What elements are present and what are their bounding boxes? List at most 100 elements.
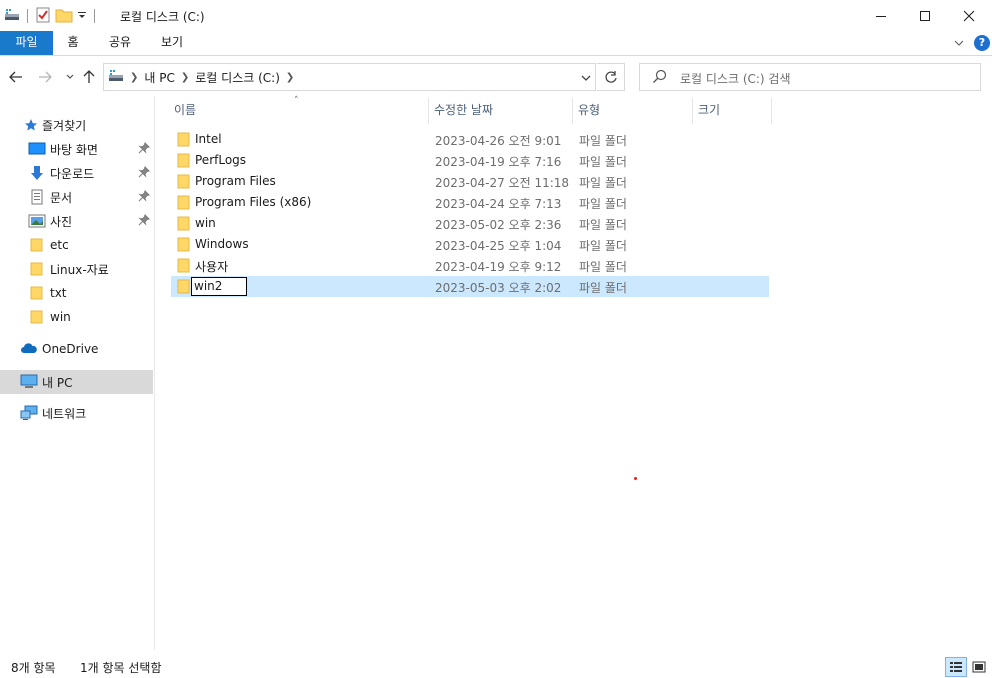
tab-share[interactable]: 공유 [100, 31, 140, 55]
file-date: 2023-04-24 오후 7:13 [435, 197, 562, 211]
nav-folder-txt[interactable]: txt [0, 281, 153, 305]
file-date: 2023-05-02 오후 2:36 [435, 218, 562, 232]
folder-icon [177, 279, 191, 297]
column-name[interactable]: 이름 [168, 96, 428, 124]
chevron-down-icon [66, 74, 74, 79]
table-row[interactable]: win 2023-05-02 오후 2:36 파일 폴더 [171, 213, 769, 234]
nav-folder-linux[interactable]: Linux-자료 [0, 257, 153, 281]
nav-quick-access[interactable]: 즐겨찾기 [0, 113, 153, 137]
title-bar: 로컬 디스크 (C:) [0, 0, 992, 31]
table-row[interactable]: Program Files 2023-04-27 오전 11:18 파일 폴더 [171, 171, 769, 192]
file-date: 2023-05-03 오후 2:02 [435, 281, 562, 295]
chevron-down-icon [581, 75, 591, 81]
nav-folder-linux-label: Linux-자료 [50, 262, 109, 277]
column-size[interactable]: 크기 [692, 96, 772, 124]
large-icons-view-button[interactable] [969, 657, 989, 677]
navigation-bar: ❯ 내 PC ❯ 로컬 디스크 (C:) ❯ 로컬 디스크 (C:) 검색 [0, 56, 992, 96]
breadcrumb-thispc[interactable]: 내 PC [144, 69, 174, 86]
folder-icon [177, 153, 191, 171]
tab-home[interactable]: 홈 [57, 31, 89, 55]
pin-icon[interactable] [138, 214, 150, 229]
nav-desktop-label: 바탕 화면 [50, 142, 98, 157]
forward-button[interactable] [36, 68, 54, 86]
table-row[interactable]: Windows 2023-04-25 오후 1:04 파일 폴더 [171, 234, 769, 255]
rename-input[interactable]: win2 [191, 277, 247, 296]
file-name: Intel [195, 132, 222, 146]
table-row-selected[interactable]: win2 2023-05-03 오후 2:02 파일 폴더 [171, 276, 769, 297]
nav-thispc-label: 내 PC [42, 375, 73, 390]
table-row[interactable]: Intel 2023-04-26 오전 9:01 파일 폴더 [171, 129, 769, 150]
file-name: Windows [195, 237, 249, 251]
cursor-dot [634, 477, 637, 480]
quick-access-toolbar [4, 6, 98, 26]
column-headers: 이름 수정한 날짜 유형 크기 [168, 96, 772, 124]
search-icon [652, 69, 668, 88]
document-icon [28, 188, 46, 206]
table-row[interactable]: 사용자 2023-04-19 오후 9:12 파일 폴더 [171, 255, 769, 276]
ribbon-tabs: 파일 홈 공유 보기 ? [0, 31, 992, 56]
nav-network[interactable]: 네트워크 [0, 401, 153, 425]
table-row[interactable]: PerfLogs 2023-04-19 오후 7:16 파일 폴더 [171, 150, 769, 171]
breadcrumb-local-disk[interactable]: 로컬 디스크 (C:) [195, 69, 280, 86]
back-button[interactable] [7, 68, 25, 86]
new-folder-icon[interactable] [55, 7, 73, 26]
details-view-button[interactable] [945, 657, 967, 677]
file-type: 파일 폴더 [579, 239, 627, 253]
pin-icon[interactable] [138, 166, 150, 181]
file-type: 파일 폴더 [579, 134, 627, 148]
window-title: 로컬 디스크 (C:) [120, 10, 205, 24]
pin-icon[interactable] [138, 142, 150, 157]
maximize-button[interactable] [902, 0, 948, 31]
nav-pictures-label: 사진 [50, 214, 73, 229]
nav-pictures[interactable]: 사진 [0, 209, 153, 233]
status-item-count: 8개 항목 [11, 661, 56, 675]
nav-folder-win[interactable]: win [0, 305, 153, 329]
column-type[interactable]: 유형 [572, 96, 692, 124]
recent-locations-button[interactable] [61, 68, 79, 86]
nav-folder-etc[interactable]: etc [0, 233, 153, 257]
address-dropdown-button[interactable] [574, 64, 598, 92]
column-separator[interactable] [771, 98, 772, 124]
status-bar: 8개 항목 1개 항목 선택함 [0, 654, 992, 678]
computer-icon [20, 373, 38, 391]
breadcrumb-chevron-icon[interactable]: ❯ [286, 72, 294, 83]
nav-thispc[interactable]: 내 PC [0, 370, 153, 394]
refresh-button[interactable] [597, 63, 625, 91]
up-button[interactable] [80, 68, 98, 86]
network-icon [20, 404, 38, 422]
nav-onedrive[interactable]: OneDrive [0, 337, 153, 361]
nav-onedrive-label: OneDrive [42, 342, 99, 356]
tab-file[interactable]: 파일 [0, 31, 53, 55]
folder-icon [177, 258, 191, 276]
nav-desktop[interactable]: 바탕 화면 [0, 137, 153, 161]
file-date: 2023-04-25 오후 1:04 [435, 239, 562, 253]
drive-icon[interactable] [4, 8, 20, 25]
column-date[interactable]: 수정한 날짜 [428, 96, 572, 124]
file-name: win [195, 216, 216, 230]
nav-downloads[interactable]: 다운로드 [0, 161, 153, 185]
ribbon-expand-icon[interactable] [952, 36, 966, 50]
minimize-button[interactable] [858, 0, 904, 31]
file-name: PerfLogs [195, 153, 247, 167]
file-type: 파일 폴더 [579, 197, 627, 211]
refresh-icon [604, 71, 617, 83]
navigation-pane: 즐겨찾기 바탕 화면 다운로드 문서 사진 etc Linux-자료 txt w… [0, 96, 155, 650]
folder-icon [28, 308, 46, 326]
folder-icon [177, 216, 191, 234]
table-row[interactable]: Program Files (x86) 2023-04-24 오후 7:13 파… [171, 192, 769, 213]
tab-view[interactable]: 보기 [152, 31, 192, 55]
search-box[interactable]: 로컬 디스크 (C:) 검색 [639, 63, 981, 91]
help-button[interactable]: ? [974, 35, 990, 51]
file-name: Program Files (x86) [195, 195, 312, 209]
close-button[interactable] [946, 0, 992, 31]
nav-documents[interactable]: 문서 [0, 185, 153, 209]
star-icon [22, 116, 40, 134]
status-selection: 1개 항목 선택함 [80, 661, 162, 675]
qat-dropdown-icon[interactable] [77, 9, 87, 23]
breadcrumb-chevron-icon[interactable]: ❯ [130, 72, 138, 83]
file-date: 2023-04-26 오전 9:01 [435, 134, 562, 148]
properties-icon[interactable] [35, 7, 51, 26]
pin-icon[interactable] [138, 190, 150, 205]
address-bar[interactable]: ❯ 내 PC ❯ 로컬 디스크 (C:) ❯ [103, 63, 596, 91]
breadcrumb-chevron-icon[interactable]: ❯ [181, 72, 189, 83]
